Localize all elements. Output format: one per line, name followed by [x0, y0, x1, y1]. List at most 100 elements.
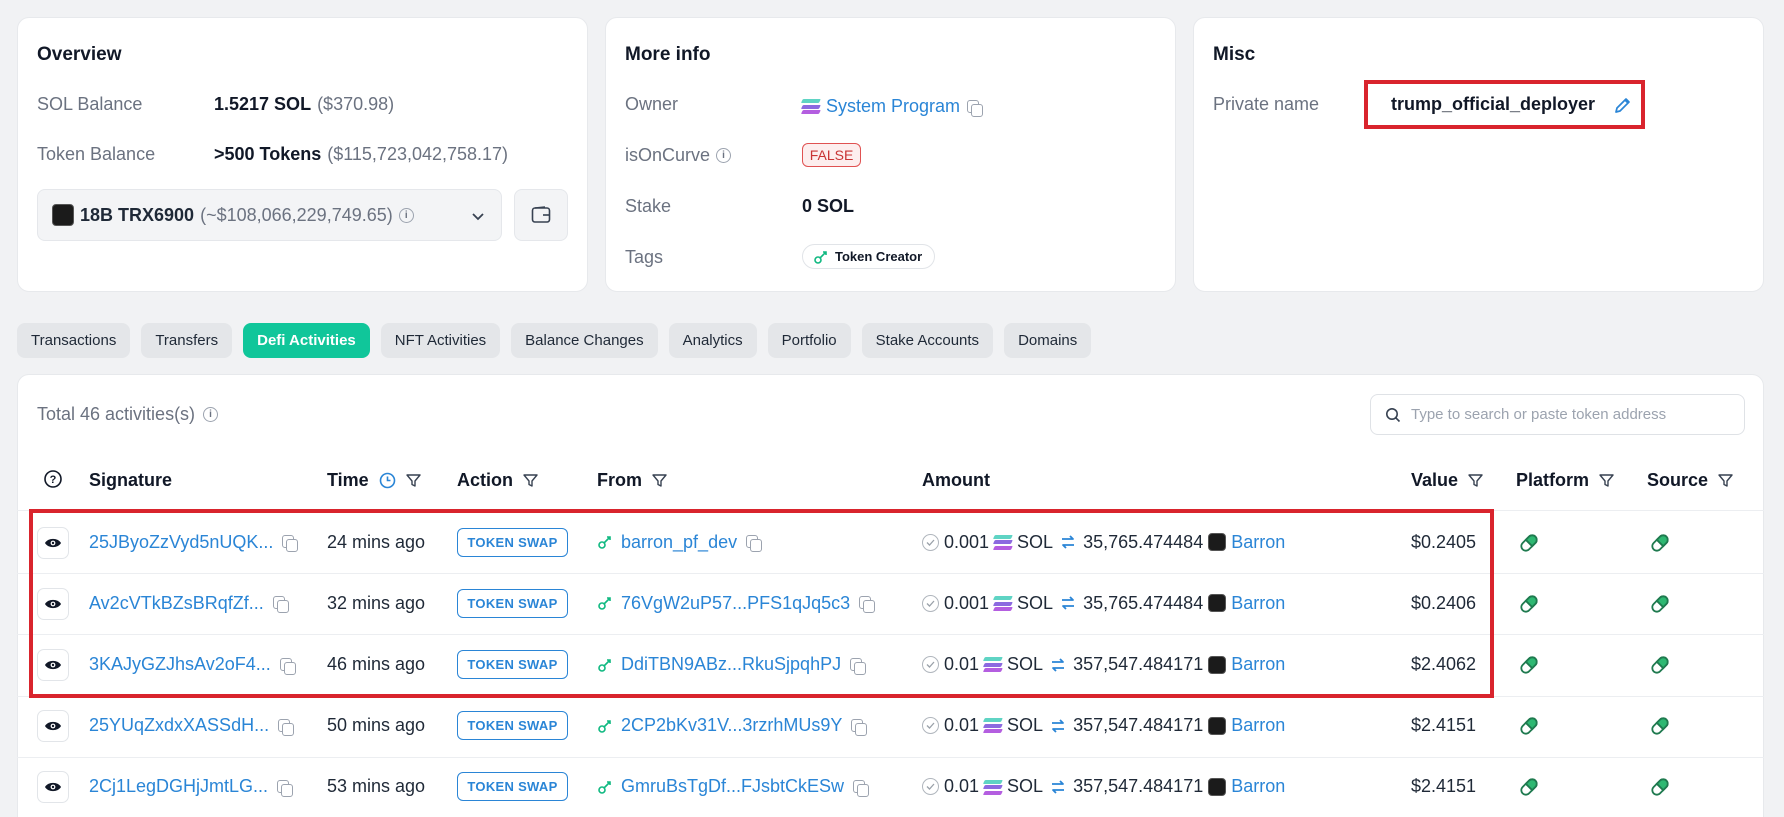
platform-pill-icon[interactable]: [1516, 652, 1542, 683]
total-activities-text: Total 46 activities(s): [37, 404, 196, 424]
check-circle-icon: [922, 778, 939, 796]
token-balance-amount: >500 Tokens: [214, 144, 322, 164]
private-name-highlight: [1364, 80, 1645, 129]
action-badge: TOKEN SWAP: [457, 772, 568, 802]
filter-icon[interactable]: [405, 473, 421, 488]
tab-stake-accounts[interactable]: Stake Accounts: [861, 323, 994, 358]
info-icon[interactable]: i: [716, 148, 732, 163]
tab-transfers[interactable]: Transfers: [141, 323, 233, 358]
solana-icon: [983, 718, 1003, 733]
token-balance-label: Token Balance: [37, 144, 156, 164]
info-icon[interactable]: i: [203, 407, 219, 422]
column-platform-label: Platform: [1516, 470, 1590, 490]
filter-icon[interactable]: [1599, 473, 1614, 488]
solana-icon: [801, 99, 821, 114]
token-selector[interactable]: 18B TRX6900 (~$108,066,229,749.65) i: [37, 189, 502, 241]
column-value: Value: [1411, 470, 1483, 491]
column-source-label: Source: [1647, 470, 1709, 490]
column-source: Source: [1647, 470, 1733, 491]
search-icon: [1386, 407, 1401, 422]
signature-link[interactable]: 2Cj1LegDGHjJmtLG...: [89, 776, 268, 797]
owner-link[interactable]: System Program: [826, 96, 960, 117]
swap-arrows-icon: [1050, 779, 1066, 795]
is-on-curve-text: isOnCurve: [625, 145, 711, 165]
from-link[interactable]: GmruBsTgDf...FJsbtCkESw: [621, 776, 844, 797]
misc-title: Misc: [1213, 44, 1256, 65]
platform-pill-icon[interactable]: [1516, 713, 1542, 744]
copy-icon[interactable]: [276, 779, 294, 797]
view-details-button[interactable]: [37, 710, 69, 743]
token-creator-tag[interactable]: Token Creator: [802, 244, 936, 269]
tab-portfolio[interactable]: Portfolio: [767, 323, 851, 358]
eye-icon: [44, 781, 62, 793]
overview-title: Overview: [37, 44, 122, 65]
amount-cell: 0.01 SOL 357,547.484171 Barron: [922, 715, 1285, 736]
amount-out: 357,547.484171: [1073, 715, 1204, 736]
copy-icon[interactable]: [966, 99, 984, 117]
from-cell: GmruBsTgDf...FJsbtCkESw: [597, 776, 870, 797]
signature-cell: 25YUqZxdxXASSdH...: [89, 715, 295, 736]
token-creator-icon: [597, 718, 613, 734]
amount-in: 0.01: [944, 776, 980, 797]
filter-icon[interactable]: [523, 473, 538, 488]
more-info-title: More info: [625, 44, 711, 65]
source-pill-icon[interactable]: [1647, 530, 1673, 561]
wallet-button[interactable]: [514, 189, 568, 241]
token-out-link[interactable]: Barron: [1231, 776, 1285, 797]
column-value-label: Value: [1411, 470, 1459, 490]
tab-analytics[interactable]: Analytics: [668, 323, 757, 358]
check-circle-icon: [922, 717, 939, 735]
trx6900-token-icon: [52, 204, 74, 226]
tab-defi-activities[interactable]: Defi Activities: [243, 323, 370, 358]
column-time: Time: [327, 470, 421, 491]
amount-cell: 0.01 SOL 357,547.484171 Barron: [922, 776, 1285, 797]
source-pill-icon[interactable]: [1647, 591, 1673, 622]
source-pill-icon[interactable]: [1647, 774, 1673, 805]
token-balance-value: >500 Tokens ($115,723,042,758.17): [214, 144, 508, 165]
value-cell: $2.4151: [1411, 715, 1477, 736]
total-activities: Total 46 activities(s) i: [37, 404, 219, 425]
copy-icon[interactable]: [850, 718, 868, 736]
source-pill-icon[interactable]: [1647, 713, 1673, 744]
from-link[interactable]: 2CP2bKv31V...3rzrhMUs9Y: [621, 715, 842, 736]
filter-icon[interactable]: [1718, 473, 1733, 488]
info-icon[interactable]: i: [398, 207, 414, 223]
barron-token-icon: [1208, 716, 1227, 735]
clock-icon[interactable]: [379, 472, 396, 489]
tab-balance-changes[interactable]: Balance Changes: [511, 323, 658, 358]
source-pill-icon[interactable]: [1647, 652, 1673, 683]
column-platform: Platform: [1516, 470, 1614, 491]
private-name-label: Private name: [1213, 94, 1320, 114]
row-divider: [17, 756, 1764, 758]
help-circle-icon[interactable]: ?: [43, 469, 63, 489]
owner-value[interactable]: System Program: [801, 96, 984, 117]
amount-in: 0.01: [944, 715, 980, 736]
eye-icon: [44, 720, 62, 732]
column-signature: Signature: [89, 470, 172, 491]
filter-icon[interactable]: [652, 473, 667, 488]
token-in: SOL: [1007, 715, 1044, 736]
tab-domains[interactable]: Domains: [1004, 323, 1092, 358]
token-out-link[interactable]: Barron: [1231, 715, 1285, 736]
tab-transactions[interactable]: Transactions: [17, 323, 131, 358]
solana-icon: [983, 779, 1003, 795]
token-search-input[interactable]: [1411, 406, 1731, 423]
signature-link[interactable]: 25YUqZxdxXASSdH...: [89, 715, 269, 736]
tags-label: Tags: [625, 247, 664, 267]
is-on-curve-label: isOnCurve i: [625, 145, 732, 166]
time-cell: 50 mins ago: [327, 715, 426, 736]
misc-card: Misc Private name trump_official_deploye…: [1193, 17, 1764, 292]
platform-pill-icon[interactable]: [1516, 591, 1542, 622]
view-details-button[interactable]: [37, 771, 69, 804]
tab-nft-activities[interactable]: NFT Activities: [380, 323, 501, 358]
copy-icon[interactable]: [852, 779, 870, 797]
token-search-box[interactable]: [1370, 394, 1745, 435]
platform-pill-icon[interactable]: [1516, 774, 1542, 805]
copy-icon[interactable]: [277, 718, 295, 736]
platform-pill-icon[interactable]: [1516, 530, 1542, 561]
value-cell: $2.4151: [1411, 776, 1477, 797]
stake-value: 0 SOL: [802, 196, 855, 216]
token-selector-value: 18B TRX6900: [80, 204, 195, 225]
rows-highlight: [29, 509, 1494, 698]
filter-icon[interactable]: [1468, 473, 1483, 488]
